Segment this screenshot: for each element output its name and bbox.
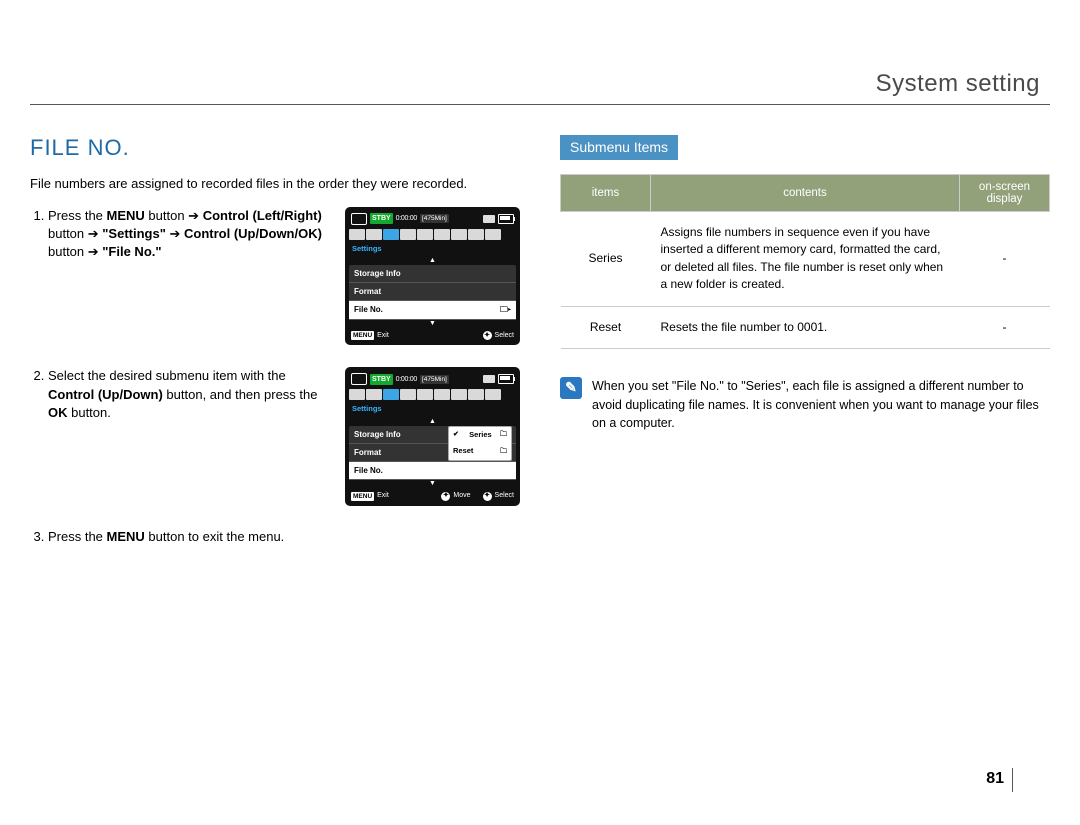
menu-item-storage-info: Storage Info [349,265,516,283]
step-2: Select the desired submenu item with the… [48,367,520,518]
step-1: Press the MENU button ➔ Control (Left/Ri… [48,207,520,358]
folder-icon: 🗀 [500,447,507,457]
submenu-items-heading: Submenu Items [560,135,678,160]
submenu-flyout: Series🗀 Reset🗀 [448,426,512,461]
cell-series-name: Series [561,212,651,307]
step2-part-c: button. [68,405,111,420]
step2-part-a: Select the desired submenu item with the [48,368,286,383]
remain-time: [475Min] [420,375,449,384]
stby-badge: STBY [370,374,393,386]
battery-icon [498,374,514,384]
select-label: Select [495,491,514,501]
step1-part-d: ➔ [166,226,184,241]
camera-screenshot-2: STBY 0:00:00 [475Min] Settings [345,367,520,518]
step2-control: Control (Up/Down) [48,387,163,402]
timecode: 0:00:00 [396,375,417,385]
page: System setting FILE NO. File numbers are… [30,0,1050,556]
step-3: Press the MENU button to exit the menu. [48,528,520,546]
camera-icon [351,213,367,225]
table-row: Series Assigns file numbers in sequence … [561,212,1050,307]
step1-control-lr: Control (Left/Right) [203,208,322,223]
submenu-table: items contents on-screen display Series … [560,174,1050,349]
note-icon: ✎ [560,377,582,399]
step2-part-b: button, and then press the [163,387,318,402]
step1-part-c: button ➔ [48,226,102,241]
step3-menu: MENU [107,529,145,544]
step1-settings: "Settings" [102,226,166,241]
col-items: items [561,175,651,212]
col-osd: on-screen display [960,175,1050,212]
menu-item-fileno-highlighted: File No.🗀▸ [349,301,516,319]
cell-reset-content: Resets the file number to 0001. [651,306,960,348]
camera-icon [351,373,367,385]
table-row: Reset Resets the file number to 0001. - [561,306,1050,348]
battery-icon [498,214,514,224]
menu-label-settings: Settings [349,402,516,418]
col-contents: contents [651,175,960,212]
menu-label-settings: Settings [349,242,516,258]
step1-menu: MENU [107,208,145,223]
step1-part-a: Press the [48,208,107,223]
section-title: FILE NO. [30,135,520,161]
menu-item-fileno-highlighted: File No. [349,462,516,480]
sd-card-icon [483,375,495,383]
exit-label: Exit [377,491,389,501]
cell-reset-name: Reset [561,306,651,348]
menu-item-format: Format [349,283,516,301]
instruction-steps: Press the MENU button ➔ Control (Left/Ri… [30,207,520,547]
stby-badge: STBY [370,213,393,225]
select-dot-icon: ✦ [483,331,492,340]
cell-series-content: Assigns file numbers in sequence even if… [651,212,960,307]
page-number-divider [1012,768,1013,792]
step3-part-b: button to exit the menu. [145,529,284,544]
step1-part-e: button ➔ [48,244,102,259]
select-label: Select [495,331,514,341]
move-label: Move [453,491,470,501]
step2-ok: OK [48,405,68,420]
remain-time: [475Min] [420,214,449,223]
folder-icon: 🗀▸ [500,304,511,315]
page-header: System setting [30,70,1050,105]
left-column: FILE NO. File numbers are assigned to re… [30,135,540,556]
sd-card-icon [483,215,495,223]
flyout-series: Series🗀 [449,427,511,444]
move-dot-icon: ✦ [441,492,450,501]
exit-label: Exit [377,331,389,341]
intro-text: File numbers are assigned to recorded fi… [30,175,520,193]
camera-screenshot-1: STBY 0:00:00 [475Min] Settings [345,207,520,358]
page-number: 81 [986,770,1004,788]
two-column-layout: FILE NO. File numbers are assigned to re… [30,135,1050,556]
note-callout: ✎ When you set "File No." to "Series", e… [560,377,1050,433]
folder-icon: 🗀 [500,430,507,440]
step1-part-b: button ➔ [145,208,203,223]
menu-chip: MENU [351,331,374,340]
flyout-reset: Reset🗀 [449,443,511,460]
menu-chip: MENU [351,492,374,501]
note-text: When you set "File No." to "Series", eac… [592,377,1050,433]
step1-fileno: "File No." [102,244,161,259]
cell-series-osd: - [960,212,1050,307]
right-column: Submenu Items items contents on-screen d… [540,135,1050,556]
timecode: 0:00:00 [396,214,417,224]
step3-part-a: Press the [48,529,107,544]
step1-control-ud: Control (Up/Down/OK) [184,226,322,241]
select-dot-icon: ✦ [483,492,492,501]
cell-reset-osd: - [960,306,1050,348]
